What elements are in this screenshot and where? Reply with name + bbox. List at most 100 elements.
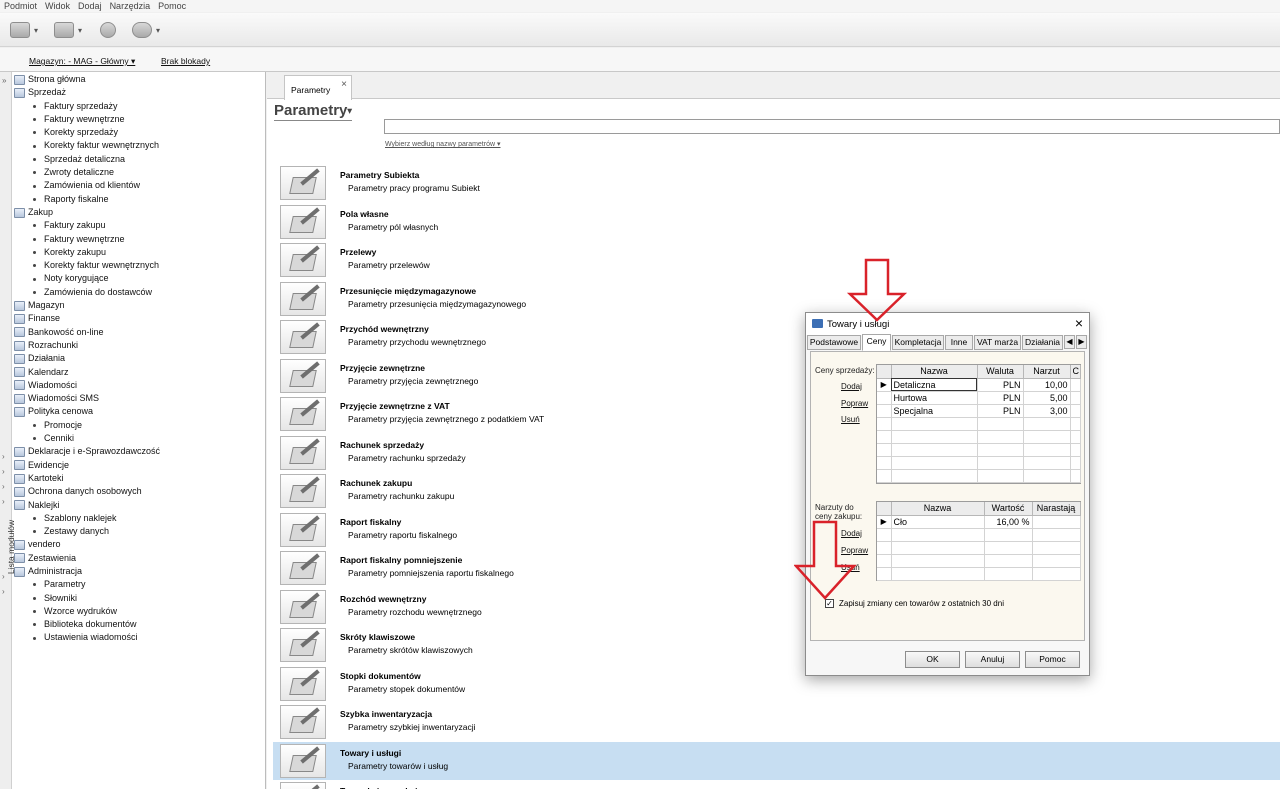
sidebar-item-3[interactable]: Faktury wewnętrzne — [14, 113, 160, 126]
price-currency-cell[interactable] — [977, 469, 1024, 483]
prices-add-link[interactable]: Dodaj — [841, 382, 862, 391]
sidebar-item-34[interactable]: Zestawy danych — [14, 525, 160, 538]
menu-item-0[interactable]: Podmiot — [4, 0, 45, 12]
table-row[interactable] — [877, 567, 1081, 581]
sidebar-item-29[interactable]: Ewidencje — [14, 459, 160, 472]
price-markup-cell[interactable] — [1023, 430, 1071, 444]
sidebar-item-17[interactable]: Magazyn — [14, 299, 160, 312]
col-header-narastajaco[interactable]: Narastają — [1032, 502, 1081, 516]
price-name-cell[interactable] — [891, 443, 978, 457]
table-row[interactable] — [877, 528, 1081, 542]
parameter-row[interactable]: Towary i usługi Parametry towarów i usług — [273, 741, 1280, 780]
parameter-row[interactable]: Pola własne Parametry pól własnych — [273, 202, 1280, 241]
price-name-cell[interactable] — [891, 469, 978, 483]
markup-value-cell[interactable] — [984, 528, 1033, 542]
sidebar-item-28[interactable]: Deklaracje i e-Sprawozdawczość — [14, 445, 160, 458]
sidebar-item-26[interactable]: Promocje — [14, 419, 160, 432]
price-markup-cell[interactable] — [1023, 469, 1071, 483]
close-icon[interactable]: × — [1075, 315, 1083, 331]
table-row[interactable] — [877, 456, 1081, 470]
sidebar-item-8[interactable]: Zamówienia od klientów — [14, 179, 160, 192]
tab-vat-marza[interactable]: VAT marża — [974, 335, 1021, 350]
folder-button[interactable]: ▾ — [54, 19, 94, 41]
markup-name-cell[interactable] — [891, 554, 985, 568]
price-name-cell[interactable] — [891, 456, 978, 470]
mail-button[interactable]: ▾ — [10, 19, 50, 41]
tab-podstawowe[interactable]: Podstawowe — [807, 335, 861, 350]
menu-item-4[interactable]: Pomoc — [158, 0, 194, 12]
sidebar-item-7[interactable]: Zwroty detaliczne — [14, 166, 160, 179]
price-extra-cell[interactable] — [1070, 391, 1081, 405]
sidebar-item-14[interactable]: Korekty faktur wewnętrznych — [14, 259, 160, 272]
parameter-row[interactable]: Raport fiskalny Parametry raportu fiskaln… — [273, 510, 1280, 549]
parameter-search-input[interactable] — [384, 119, 1280, 134]
table-row[interactable] — [877, 469, 1081, 483]
parameter-row[interactable]: Przelewy Parametry przelewów — [273, 241, 1280, 280]
sidebar-item-21[interactable]: Działania — [14, 352, 160, 365]
sidebar-item-18[interactable]: Finanse — [14, 312, 160, 325]
parameter-row[interactable]: Rachunek zakupu Parametry rachunku zakupu — [273, 472, 1280, 511]
close-icon[interactable]: × — [341, 79, 347, 90]
parameter-row[interactable]: Szybka inwentaryzacja Parametry szybkiej … — [273, 703, 1280, 742]
page-title[interactable]: Parametry▾ — [274, 102, 352, 121]
sidebar-item-6[interactable]: Sprzedaż detaliczna — [14, 153, 160, 166]
price-currency-cell[interactable]: PLN — [977, 404, 1024, 418]
price-name-cell[interactable] — [891, 430, 978, 444]
parameter-row[interactable]: Skróty klawiszowe Parametry skrótów klawi… — [273, 626, 1280, 665]
markup-value-cell[interactable] — [984, 541, 1033, 555]
table-row[interactable] — [877, 417, 1081, 431]
col-header-wartosc[interactable]: Wartość — [984, 502, 1033, 516]
tab-scroll-left-icon[interactable]: ◀ — [1064, 335, 1075, 349]
price-name-cell[interactable] — [891, 417, 978, 431]
price-markup-cell[interactable] — [1023, 417, 1071, 431]
table-row[interactable]: ▶ Cło 16,00 % — [877, 515, 1081, 529]
sidebar-item-22[interactable]: Kalendarz — [14, 366, 160, 379]
sidebar-item-9[interactable]: Raporty fiskalne — [14, 193, 160, 206]
parameter-row[interactable]: Rachunek sprzedaży Parametry rachunku spr… — [273, 433, 1280, 472]
price-currency-cell[interactable] — [977, 417, 1024, 431]
price-name-cell[interactable]: Specjalna — [891, 404, 978, 418]
price-markup-cell[interactable]: 3,00 — [1023, 404, 1071, 418]
sidebar-item-31[interactable]: Ochrona danych osobowych — [14, 485, 160, 498]
menu-item-3[interactable]: Narzędzia — [110, 0, 159, 12]
menu-item-2[interactable]: Dodaj — [78, 0, 110, 12]
sidebar-item-19[interactable]: Bankowość on-line — [14, 326, 160, 339]
tab-inne[interactable]: Inne — [945, 335, 973, 350]
price-markup-cell[interactable] — [1023, 443, 1071, 457]
ok-button[interactable]: OK — [905, 651, 960, 668]
price-extra-cell[interactable] — [1070, 378, 1081, 392]
prices-grid[interactable]: Nazwa Waluta Narzut C ▶ Detaliczna PLN 10,0… — [876, 364, 1081, 484]
price-currency-cell[interactable] — [977, 456, 1024, 470]
sidebar-item-27[interactable]: Cenniki — [14, 432, 160, 445]
table-row[interactable] — [877, 541, 1081, 555]
sidebar-item-41[interactable]: Biblioteka dokumentów — [14, 618, 160, 631]
price-extra-cell[interactable] — [1070, 443, 1081, 457]
tab-ceny[interactable]: Ceny — [862, 334, 891, 351]
markup-cumulative-cell[interactable] — [1032, 515, 1081, 529]
sidebar-item-15[interactable]: Noty korygujące — [14, 272, 160, 285]
price-currency-cell[interactable]: PLN — [977, 391, 1024, 405]
price-extra-cell[interactable] — [1070, 469, 1081, 483]
sidebar-item-35[interactable]: vendero — [14, 538, 160, 551]
price-currency-cell[interactable] — [977, 430, 1024, 444]
markup-name-cell[interactable] — [891, 528, 985, 542]
sidebar-item-20[interactable]: Rozrachunki — [14, 339, 160, 352]
price-name-cell[interactable]: Detaliczna — [891, 378, 978, 392]
parameter-row[interactable]: Stopki dokumentów Parametry stopek dokume… — [273, 664, 1280, 703]
markup-name-cell[interactable] — [891, 541, 985, 555]
col-header-nazwa[interactable]: Nazwa — [891, 502, 985, 516]
table-row[interactable] — [877, 443, 1081, 457]
sidebar-item-33[interactable]: Szablony naklejek — [14, 512, 160, 525]
tab-kompletacja[interactable]: Kompletacja — [892, 335, 944, 350]
tab-dzialania[interactable]: Działania — [1022, 335, 1063, 350]
search-mode-selector[interactable]: Wybierz według nazwy parametrów ▾ — [385, 140, 501, 148]
markup-cumulative-cell[interactable] — [1032, 567, 1081, 581]
sidebar-item-37[interactable]: Administracja — [14, 565, 160, 578]
sidebar-item-13[interactable]: Korekty zakupu — [14, 246, 160, 259]
sidebar-item-2[interactable]: Faktury sprzedaży — [14, 100, 160, 113]
parameter-row[interactable]: Raport fiskalny pomniejszenie Parametry p… — [273, 549, 1280, 588]
cancel-button[interactable]: Anuluj — [965, 651, 1020, 668]
sidebar-item-38[interactable]: Parametry — [14, 578, 160, 591]
tab-scroll-right-icon[interactable]: ▶ — [1076, 335, 1087, 349]
price-markup-cell[interactable]: 10,00 — [1023, 378, 1071, 392]
